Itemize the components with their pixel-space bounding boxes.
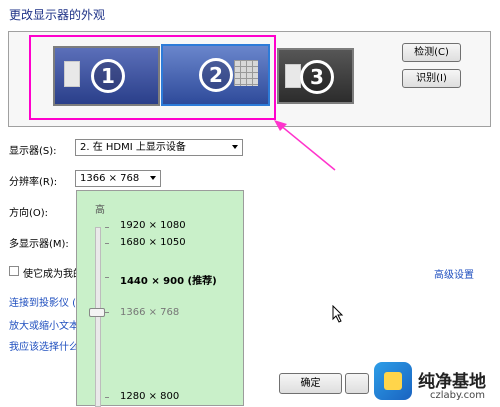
watermark-logo-icon bbox=[374, 362, 412, 400]
make-main-display-checkbox[interactable] bbox=[9, 266, 19, 276]
slider-tick bbox=[105, 227, 109, 228]
ok-button[interactable]: 确定 bbox=[279, 373, 342, 394]
page-title: 更改显示器的外观 bbox=[9, 8, 106, 22]
detect-button[interactable]: 检测(C) bbox=[402, 43, 461, 62]
slider-tick bbox=[105, 397, 109, 398]
resolution-option[interactable]: 1280 × 800 bbox=[120, 391, 179, 402]
orientation-label: 方向(O): bbox=[9, 208, 49, 219]
resolution-slider-popup: 高 1920 × 1080 1680 × 1050 1440 × 900 (推荐… bbox=[76, 190, 244, 407]
multiple-displays-label: 多显示器(M): bbox=[9, 239, 69, 250]
highlight-annotation-box bbox=[29, 35, 276, 120]
watermark-url: czlaby.com bbox=[430, 390, 486, 401]
resolution-option-selected[interactable]: 1366 × 768 bbox=[120, 307, 179, 318]
chevron-down-icon bbox=[150, 176, 156, 180]
cancel-button[interactable] bbox=[345, 373, 369, 394]
annotation-arrow-icon bbox=[274, 120, 336, 171]
which-settings-link[interactable]: 我应该选择什么 bbox=[9, 338, 79, 353]
slider-tick bbox=[105, 312, 109, 313]
resolution-option[interactable]: 1920 × 1080 bbox=[120, 220, 186, 231]
resolution-option[interactable]: 1680 × 1050 bbox=[120, 237, 186, 248]
connect-projector-link[interactable]: 连接到投影仪 ( bbox=[9, 294, 76, 309]
text-size-link[interactable]: 放大或缩小文本 bbox=[9, 317, 79, 332]
resolution-option-recommended[interactable]: 1440 × 900 (推荐) bbox=[120, 272, 217, 287]
slider-tick bbox=[105, 243, 109, 244]
resolution-slider-track[interactable] bbox=[95, 227, 101, 407]
document-icon bbox=[285, 64, 301, 88]
identify-button[interactable]: 识别(I) bbox=[402, 69, 461, 88]
slider-tick bbox=[105, 277, 109, 278]
watermark-name: 纯净基地 bbox=[418, 372, 486, 392]
make-main-display-label: 使它成为我的 bbox=[23, 269, 83, 280]
display-label: 显示器(S): bbox=[9, 146, 57, 157]
resolution-select-value: 1366 × 768 bbox=[80, 173, 140, 184]
monitor-number-3: 3 bbox=[300, 60, 334, 94]
high-label: 高 bbox=[95, 205, 105, 216]
resolution-select[interactable]: 1366 × 768 bbox=[75, 170, 161, 187]
display-select[interactable]: 2. 在 HDMI 上显示设备 bbox=[75, 139, 243, 156]
monitor-3[interactable]: 3 bbox=[277, 48, 354, 104]
resolution-slider-thumb[interactable] bbox=[89, 308, 105, 317]
display-select-value: 2. 在 HDMI 上显示设备 bbox=[80, 142, 186, 153]
resolution-label: 分辨率(R): bbox=[9, 177, 58, 188]
mouse-cursor-icon bbox=[332, 305, 344, 323]
advanced-settings-link[interactable]: 高级设置 bbox=[434, 266, 474, 281]
chevron-down-icon bbox=[232, 145, 238, 149]
